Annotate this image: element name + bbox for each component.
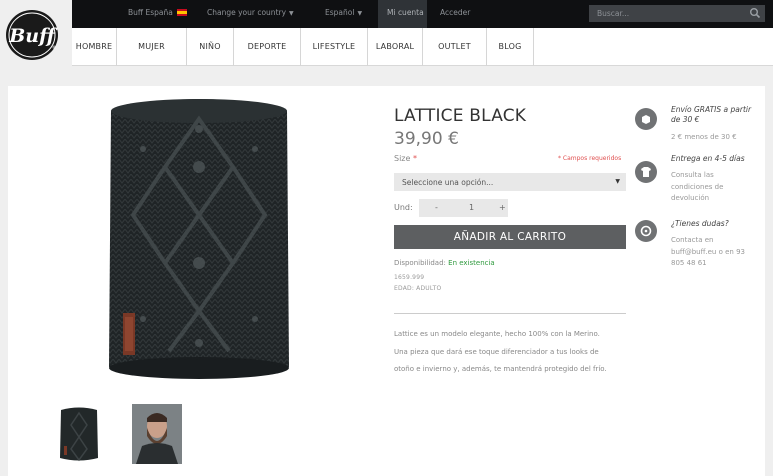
nav-item-laboral[interactable]: LABORAL — [368, 28, 423, 66]
spain-flag-icon — [176, 9, 187, 16]
description-line: otoño e invierno y, además, te mantendrá… — [394, 365, 607, 373]
login-link[interactable]: Acceder — [440, 8, 470, 17]
description-line: Una pieza que dará ese toque diferenciad… — [394, 347, 599, 356]
product-title: LATTICE BLACK — [394, 106, 527, 126]
quantity-stepper[interactable]: - 1 + — [419, 199, 508, 217]
store-country-label: Buff España — [128, 8, 173, 17]
quantity-increase-button[interactable]: + — [499, 203, 506, 212]
product-thumbnail[interactable] — [52, 404, 106, 464]
size-label: Size * — [394, 154, 417, 163]
divider — [394, 313, 626, 314]
change-country-dropdown[interactable]: Change your country ▼ — [207, 8, 294, 17]
contact-phone: 805 48 61 — [671, 259, 707, 267]
quantity-label: Und: — [394, 203, 413, 212]
size-select[interactable]: Seleccione una opción... ▼ — [394, 173, 626, 191]
delivery-returns-link[interactable]: devolución — [671, 193, 723, 205]
availability-status: En existencia — [448, 259, 495, 267]
shipping-icon — [635, 108, 657, 130]
nav-item-hombre[interactable]: HOMBRE — [72, 28, 117, 66]
language-dropdown[interactable]: Español ▼ — [325, 8, 362, 17]
description-line: Lattice es un modelo elegante, hecho 100… — [394, 330, 600, 338]
product-age: EDAD: ADULTO — [394, 285, 442, 292]
shipping-subtitle: 2 € menos de 30 € — [671, 133, 737, 141]
questions-title: ¿Tienes dudas? — [671, 219, 729, 228]
top-bar: Buff España Change your country ▼ Español… — [72, 0, 773, 28]
tshirt-icon — [635, 161, 657, 183]
free-shipping-title-line: de 30 € — [671, 115, 700, 124]
product-price: 39,90 € — [394, 129, 459, 149]
buff-logo[interactable]: Buff ® — [4, 8, 60, 62]
svg-text:Buff: Buff — [8, 25, 58, 47]
change-country-label: Change your country — [207, 8, 287, 17]
product-sku: 1659.999 — [394, 274, 425, 281]
language-label: Español — [325, 8, 355, 17]
size-label-text: Size — [394, 154, 411, 163]
product-card: LATTICE BLACK 39,90 € Size * * Campos re… — [8, 86, 765, 476]
help-icon — [635, 220, 657, 242]
nav-item-lifestyle[interactable]: LIFESTYLE — [301, 28, 368, 66]
model-thumbnail[interactable] — [132, 404, 182, 464]
nav-item-nino[interactable]: NIÑO — [187, 28, 234, 66]
free-shipping-title: Envío GRATIS a partir de 30 € — [671, 105, 751, 125]
delivery-subtitle: Consulta las condiciones de devolución — [671, 170, 723, 205]
search-box: Buscar... — [589, 5, 765, 22]
nav-item-outlet[interactable]: OUTLET — [423, 28, 487, 66]
product-description: Lattice es un modelo elegante, hecho 100… — [394, 326, 634, 379]
questions-subtitle-line: Contacta en — [671, 236, 714, 244]
availability: Disponibilidad: En existencia — [394, 259, 495, 267]
required-fields-note: * Campos requeridos — [558, 155, 622, 162]
free-shipping-title-line: Envío GRATIS a partir — [671, 105, 752, 114]
search-icon[interactable] — [749, 7, 761, 19]
delivery-title: Entrega en 4-5 días — [671, 154, 745, 163]
delivery-subtitle-line: condiciones de — [671, 182, 724, 191]
nav-item-deporte[interactable]: DEPORTE — [234, 28, 301, 66]
size-select-value: Seleccione una opción... — [402, 178, 494, 187]
chevron-down-icon: ▼ — [615, 178, 620, 185]
product-main-image[interactable] — [83, 89, 315, 389]
add-to-cart-button[interactable]: AÑADIR AL CARRITO — [394, 225, 626, 249]
chevron-down-icon: ▼ — [357, 10, 363, 17]
contact-email-link[interactable]: buff@buff.eu o en 93 — [671, 247, 745, 259]
quantity-value[interactable]: 1 — [469, 203, 474, 212]
availability-label: Disponibilidad: — [394, 259, 446, 267]
required-mark: * — [412, 154, 417, 163]
nav-item-mujer[interactable]: MUJER — [117, 28, 187, 66]
questions-subtitle: Contacta en buff@buff.eu o en 93 805 48 … — [671, 235, 745, 270]
my-account-link[interactable]: Mi cuenta — [387, 8, 424, 17]
main-nav: HOMBRE MUJER NIÑO DEPORTE LIFESTYLE LABO… — [72, 28, 773, 66]
search-input[interactable]: Buscar... — [597, 9, 629, 18]
svg-text:®: ® — [52, 45, 56, 50]
delivery-subtitle-line: Consulta las — [671, 171, 714, 179]
quantity-decrease-button[interactable]: - — [435, 203, 438, 212]
chevron-down-icon: ▼ — [289, 10, 294, 17]
store-country-link[interactable]: Buff España — [128, 8, 187, 17]
nav-item-blog[interactable]: BLOG — [487, 28, 534, 66]
